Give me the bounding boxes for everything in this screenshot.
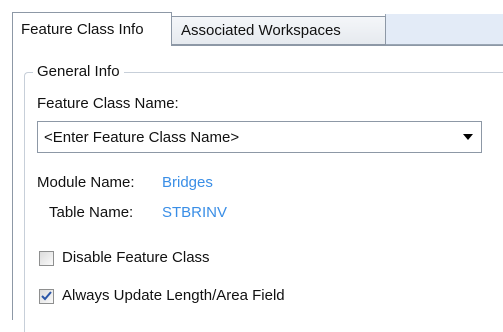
tab-page-feature-class-info: General Info Feature Class Name: <Enter … bbox=[12, 45, 503, 332]
tab-label: Associated Workspaces bbox=[181, 22, 341, 39]
disable-feature-class-checkbox[interactable] bbox=[39, 250, 54, 266]
tab-strip-background bbox=[385, 14, 503, 45]
tab-strip: Feature Class Info Associated Workspaces bbox=[0, 0, 503, 46]
feature-class-name-value[interactable]: <Enter Feature Class Name> bbox=[38, 129, 455, 146]
always-update-length-checkbox[interactable] bbox=[39, 288, 54, 304]
module-name-label: Module Name: bbox=[37, 174, 135, 191]
feature-class-name-combo[interactable]: <Enter Feature Class Name> bbox=[37, 121, 482, 153]
tab-label: Feature Class Info bbox=[21, 21, 144, 38]
table-name-label: Table Name: bbox=[49, 204, 134, 221]
tab-feature-class-info[interactable]: Feature Class Info bbox=[12, 12, 172, 46]
chevron-down-icon[interactable] bbox=[455, 122, 481, 152]
group-title: General Info bbox=[33, 63, 124, 81]
always-update-length-label[interactable]: Always Update Length/Area Field bbox=[62, 287, 285, 305]
table-name-value: STBRINV bbox=[162, 204, 228, 221]
tab-associated-workspaces[interactable]: Associated Workspaces bbox=[172, 16, 386, 45]
check-icon bbox=[41, 291, 52, 301]
feature-class-name-label: Feature Class Name: bbox=[37, 95, 179, 112]
disable-feature-class-label[interactable]: Disable Feature Class bbox=[62, 249, 210, 267]
disable-feature-class-option[interactable]: Disable Feature Class bbox=[39, 249, 210, 267]
module-name-value: Bridges bbox=[162, 174, 213, 191]
general-info-group: General Info Feature Class Name: <Enter … bbox=[24, 63, 503, 332]
always-update-length-option[interactable]: Always Update Length/Area Field bbox=[39, 287, 285, 305]
